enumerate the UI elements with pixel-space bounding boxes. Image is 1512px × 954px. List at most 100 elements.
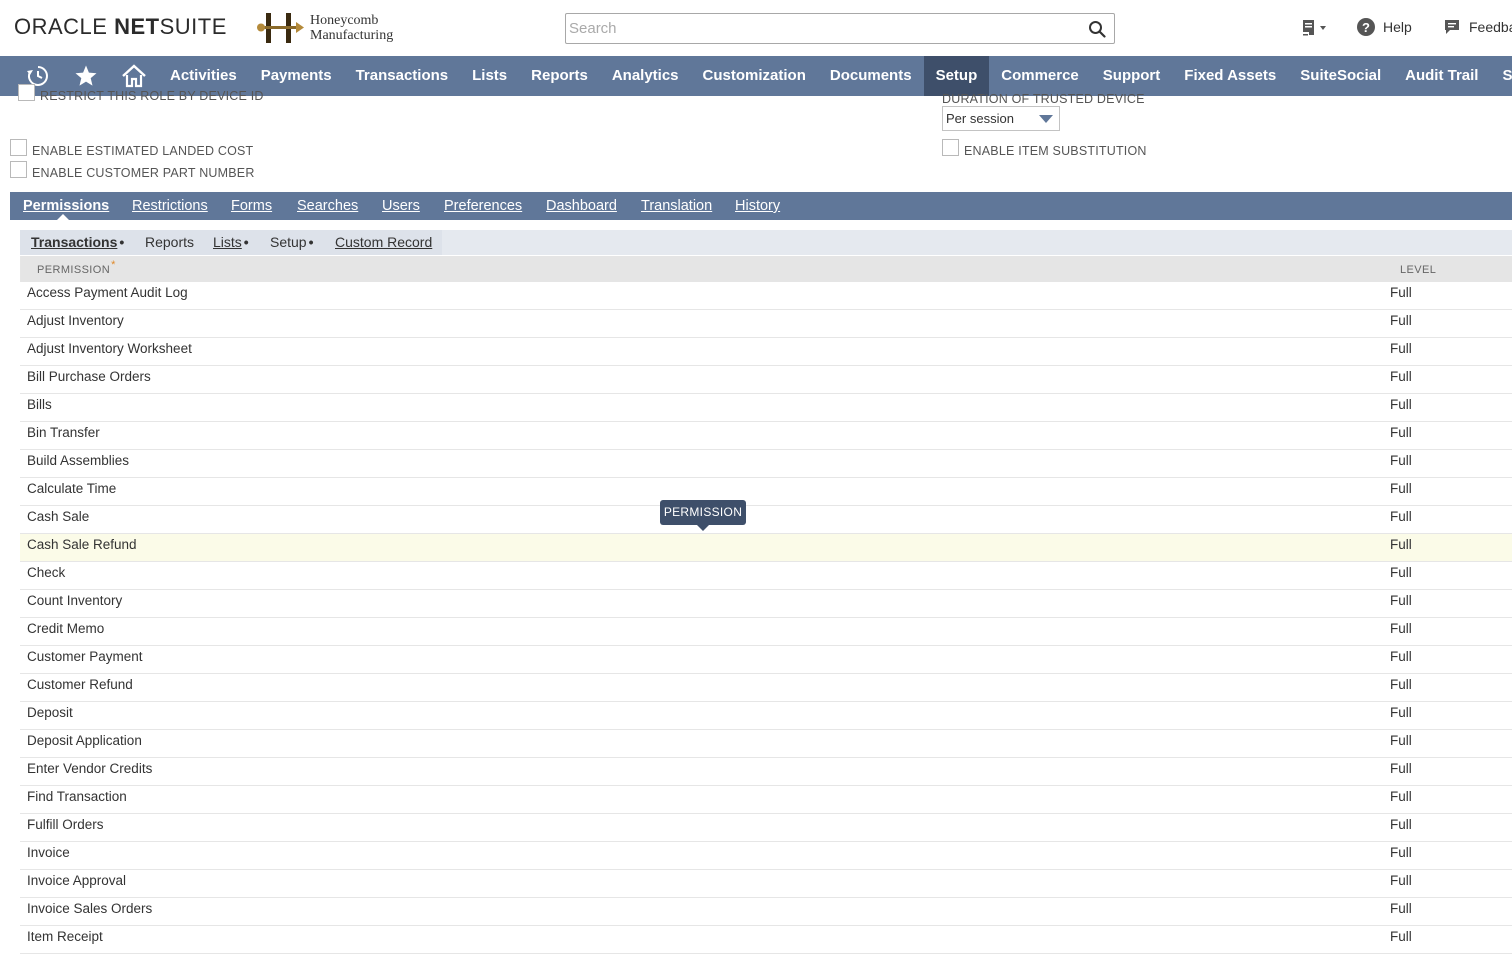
customer-part-label: ENABLE CUSTOMER PART NUMBER	[32, 166, 255, 180]
oracle-netsuite-logo[interactable]: ORACLE NETSUITE	[14, 14, 227, 40]
tab-history[interactable]: History	[735, 192, 780, 220]
level-cell[interactable]: Full	[1390, 481, 1412, 496]
nav-item-documents[interactable]: Documents	[818, 56, 924, 96]
level-cell[interactable]: Full	[1390, 453, 1412, 468]
subtab-custom-record[interactable]: Custom Record	[335, 230, 434, 255]
permission-cell: Enter Vendor Credits	[27, 761, 153, 776]
column-header-permission[interactable]: PERMISSION*	[37, 256, 116, 282]
level-cell[interactable]: Full	[1390, 397, 1412, 412]
level-cell[interactable]: Full	[1390, 733, 1412, 748]
help-link[interactable]: ? Help	[1357, 18, 1412, 36]
table-row[interactable]: Fulfill Orders Full	[20, 814, 1512, 842]
level-cell[interactable]: Full	[1390, 789, 1412, 804]
table-row[interactable]: Build Assemblies Full	[20, 450, 1512, 478]
table-row[interactable]: Cash Sale Refund Full	[20, 534, 1512, 562]
nav-item-customization[interactable]: Customization	[691, 56, 818, 96]
table-row[interactable]: Deposit Application Full	[20, 730, 1512, 758]
nav-item-suitesocial[interactable]: SuiteSocial	[1288, 56, 1393, 96]
level-cell[interactable]: Full	[1390, 845, 1412, 860]
level-cell[interactable]: Full	[1390, 565, 1412, 580]
level-cell[interactable]: Full	[1390, 313, 1412, 328]
nav-item-lists[interactable]: Lists	[460, 56, 519, 96]
tab-translation[interactable]: Translation	[641, 192, 712, 220]
item-substitution-checkbox[interactable]	[942, 139, 959, 156]
role-subtabs: Permissions Restrictions Forms Searches User…	[10, 192, 1512, 220]
subtab-lists[interactable]: Lists •	[213, 230, 249, 255]
top-header: ORACLE NETSUITE Honeycomb Manufacturing …	[0, 0, 1512, 56]
permission-cell: Bin Transfer	[27, 425, 100, 440]
table-row[interactable]: Invoice Sales Orders Full	[20, 898, 1512, 926]
permission-cell: Cash Sale Refund	[27, 537, 137, 552]
table-row[interactable]: Check Full	[20, 562, 1512, 590]
table-row[interactable]: Adjust Inventory Full	[20, 310, 1512, 338]
level-cell[interactable]: Full	[1390, 621, 1412, 636]
level-cell[interactable]: Full	[1390, 649, 1412, 664]
table-row[interactable]: Customer Refund Full	[20, 674, 1512, 702]
nav-item-fixed-assets[interactable]: Fixed Assets	[1172, 56, 1288, 96]
table-row[interactable]: Calculate Time Full	[20, 478, 1512, 506]
search-icon[interactable]	[1088, 20, 1106, 38]
nav-item-setup[interactable]: Setup	[923, 56, 990, 96]
tab-preferences[interactable]: Preferences	[444, 192, 522, 220]
subtab-setup[interactable]: Setup •	[270, 230, 314, 255]
table-row[interactable]: Find Transaction Full	[20, 786, 1512, 814]
table-row[interactable]: Enter Vendor Credits Full	[20, 758, 1512, 786]
table-row[interactable]: Adjust Inventory Worksheet Full	[20, 338, 1512, 366]
subtab-transactions[interactable]: Transactions •	[31, 230, 124, 255]
level-cell[interactable]: Full	[1390, 537, 1412, 552]
nav-item-commerce[interactable]: Commerce	[989, 56, 1091, 96]
level-cell[interactable]: Full	[1390, 929, 1412, 944]
tab-restrictions[interactable]: Restrictions	[132, 192, 208, 220]
company-logo[interactable]: Honeycomb Manufacturing	[256, 10, 393, 46]
active-tab-caret	[57, 214, 69, 220]
item-substitution-label: ENABLE ITEM SUBSTITUTION	[964, 144, 1147, 158]
nav-item-reports[interactable]: Reports	[519, 56, 600, 96]
table-row[interactable]: Cash Sale Full	[20, 506, 1512, 534]
nav-item-audit-trail[interactable]: Audit Trail	[1393, 56, 1490, 96]
table-row[interactable]: Customer Payment Full	[20, 646, 1512, 674]
nav-menu: Activities Payments Transactions Lists Repor…	[158, 56, 1512, 96]
level-cell[interactable]: Full	[1390, 873, 1412, 888]
level-cell[interactable]: Full	[1390, 817, 1412, 832]
level-cell[interactable]: Full	[1390, 761, 1412, 776]
table-row[interactable]: Bills Full	[20, 394, 1512, 422]
recent-records-icon[interactable]	[1300, 17, 1330, 41]
nav-item-support[interactable]: Support	[1091, 56, 1173, 96]
level-cell[interactable]: Full	[1390, 509, 1412, 524]
level-cell[interactable]: Full	[1390, 369, 1412, 384]
customer-part-checkbox[interactable]	[10, 161, 27, 178]
permission-cell: Check	[27, 565, 66, 580]
table-row[interactable]: Invoice Full	[20, 842, 1512, 870]
level-cell[interactable]: Full	[1390, 425, 1412, 440]
nav-item-analytics[interactable]: Analytics	[600, 56, 691, 96]
table-row[interactable]: Item Receipt Full	[20, 926, 1512, 954]
search-input[interactable]	[566, 14, 1076, 43]
subtab-reports[interactable]: Reports	[145, 230, 196, 255]
permission-cell: Credit Memo	[27, 621, 105, 636]
tab-dashboard[interactable]: Dashboard	[546, 192, 617, 220]
restrict-device-checkbox[interactable]	[18, 84, 35, 101]
tab-searches[interactable]: Searches	[297, 192, 358, 220]
level-cell[interactable]: Full	[1390, 341, 1412, 356]
landed-cost-checkbox[interactable]	[10, 139, 27, 156]
table-row[interactable]: Bin Transfer Full	[20, 422, 1512, 450]
feedback-link[interactable]: Feedback	[1443, 18, 1512, 36]
global-search[interactable]	[565, 13, 1115, 44]
level-cell[interactable]: Full	[1390, 285, 1412, 300]
nav-item-transactions[interactable]: Transactions	[344, 56, 461, 96]
column-header-level[interactable]: LEVEL	[1400, 256, 1436, 282]
level-cell[interactable]: Full	[1390, 705, 1412, 720]
level-cell[interactable]: Full	[1390, 677, 1412, 692]
tab-users[interactable]: Users	[382, 192, 420, 220]
table-row[interactable]: Access Payment Audit Log Full	[20, 282, 1512, 310]
table-row[interactable]: Credit Memo Full	[20, 618, 1512, 646]
table-row[interactable]: Deposit Full	[20, 702, 1512, 730]
nav-item-suitea[interactable]: SuiteA	[1490, 56, 1512, 96]
level-cell[interactable]: Full	[1390, 593, 1412, 608]
table-row[interactable]: Bill Purchase Orders Full	[20, 366, 1512, 394]
level-cell[interactable]: Full	[1390, 901, 1412, 916]
table-row[interactable]: Invoice Approval Full	[20, 870, 1512, 898]
duration-select[interactable]: Per session	[942, 106, 1060, 131]
tab-forms[interactable]: Forms	[231, 192, 272, 220]
table-row[interactable]: Count Inventory Full	[20, 590, 1512, 618]
